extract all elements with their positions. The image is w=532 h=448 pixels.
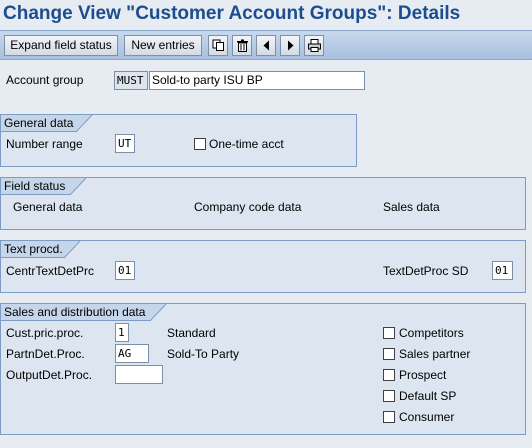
field-status-company-code-data-link[interactable]: Company code data [194, 200, 301, 214]
toolbar: Expand field status New entries [0, 30, 532, 60]
text-procd-title: Text procd. [4, 242, 63, 256]
one-time-acct-label: One-time acct [209, 137, 284, 151]
consumer-label: Consumer [399, 410, 455, 424]
prospect-label: Prospect [399, 368, 447, 382]
print-icon[interactable] [304, 35, 324, 56]
output-det-proc-field[interactable] [115, 365, 163, 384]
field-status-group: Field status General data Company code d… [0, 177, 526, 230]
field-status-title: Field status [4, 179, 66, 193]
centr-text-det-prc-field[interactable]: 01 [115, 261, 135, 280]
page-title: Change View "Customer Account Groups": D… [0, 0, 532, 30]
default-sp-label: Default SP [399, 389, 457, 403]
text-det-proc-sd-field[interactable]: 01 [492, 261, 513, 280]
expand-field-status-button[interactable]: Expand field status [4, 35, 118, 56]
account-group-description-field[interactable]: Sold-to party ISU BP [149, 71, 365, 90]
text-det-proc-sd-label: TextDetProc SD [383, 264, 469, 278]
number-range-label: Number range [6, 137, 83, 151]
competitors-checkbox[interactable] [383, 327, 395, 339]
number-range-field[interactable]: UT [115, 134, 135, 153]
copy-icon[interactable] [208, 35, 228, 56]
centr-text-det-prc-label: CentrTextDetPrc [6, 264, 95, 278]
competitors-label: Competitors [399, 326, 464, 340]
field-status-general-data-link[interactable]: General data [13, 200, 82, 214]
partn-det-proc-label: PartnDet.Proc. [6, 347, 85, 361]
sales-partner-checkbox[interactable] [383, 348, 395, 360]
sales-distribution-group: Sales and distribution data Cust.pric.pr… [0, 303, 526, 435]
sales-partner-label: Sales partner [399, 347, 471, 361]
general-data-group: General data Number range UT One-time ac… [0, 114, 357, 167]
partn-det-proc-text: Sold-To Party [167, 347, 240, 361]
previous-icon[interactable] [256, 35, 276, 56]
account-group-label: Account group [6, 73, 84, 87]
delete-icon[interactable] [232, 35, 252, 56]
field-status-sales-data-link[interactable]: Sales data [383, 200, 440, 214]
partn-det-proc-field[interactable]: AG [115, 344, 149, 363]
cust-pric-proc-text: Standard [167, 326, 216, 340]
new-entries-button[interactable]: New entries [124, 35, 202, 56]
text-procd-group: Text procd. CentrTextDetPrc 01 TextDetPr… [0, 240, 526, 293]
sales-distribution-title: Sales and distribution data [4, 305, 146, 319]
one-time-acct-checkbox[interactable] [194, 138, 206, 150]
cust-pric-proc-field[interactable]: 1 [115, 323, 129, 342]
cust-pric-proc-label: Cust.pric.proc. [6, 326, 84, 340]
account-group-code-field[interactable]: MUST [114, 71, 148, 90]
consumer-checkbox[interactable] [383, 411, 395, 423]
general-data-title: General data [4, 116, 74, 130]
prospect-checkbox[interactable] [383, 369, 395, 381]
output-det-proc-label: OutputDet.Proc. [6, 368, 93, 382]
default-sp-checkbox[interactable] [383, 390, 395, 402]
next-icon[interactable] [280, 35, 300, 56]
